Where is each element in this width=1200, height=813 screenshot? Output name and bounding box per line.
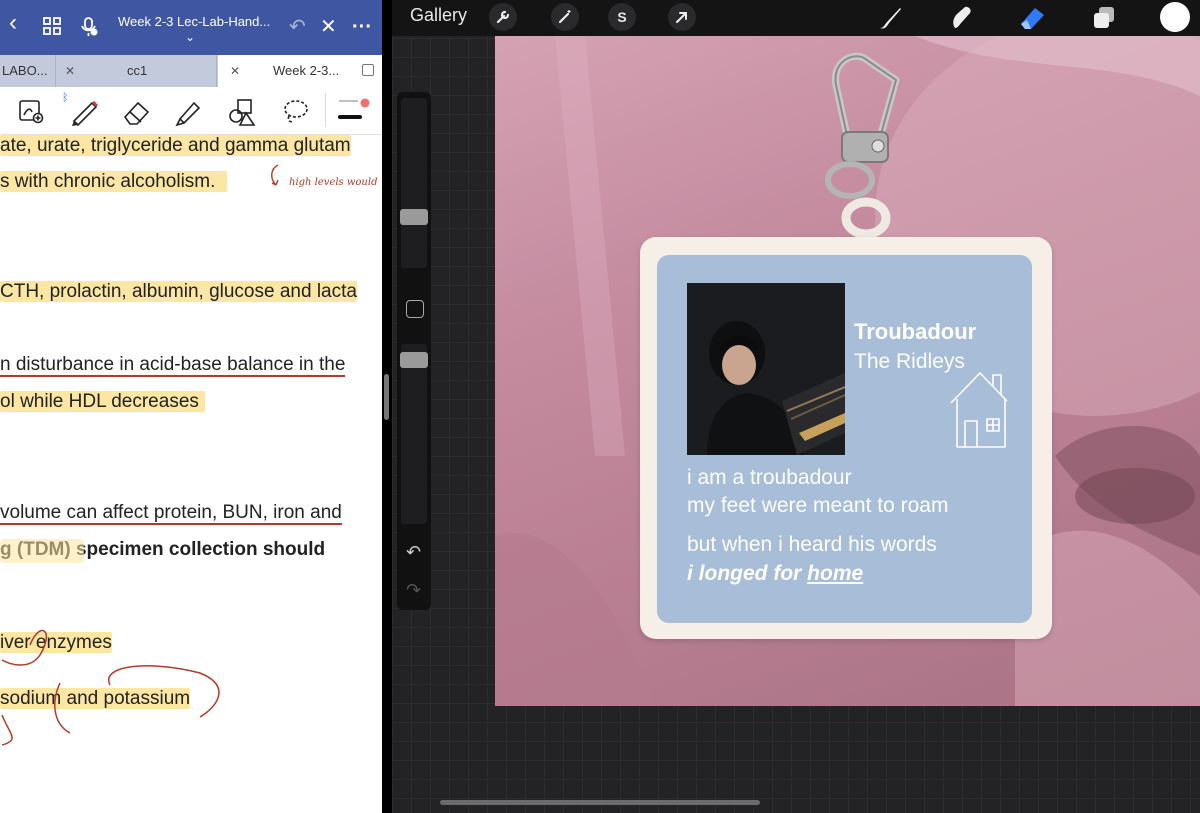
handwritten-note: high levels would xyxy=(289,177,378,188)
slider-thumb[interactable] xyxy=(400,209,428,225)
magic-wand-icon[interactable] xyxy=(551,3,579,31)
notes-app-pane: ‹ Week 2-3 Lec-Lab-Hand... ⌄ ↶ ✕ ··· LAB… xyxy=(0,0,382,813)
tab-bar: LABO... ✕ cc1 ✕ Week 2-3... xyxy=(0,55,382,87)
divider-handle[interactable] xyxy=(384,374,389,420)
music-card: Troubadour The Ridleys i am a troubadour… xyxy=(640,237,1052,639)
keychain-clasp xyxy=(825,52,900,239)
eraser-icon[interactable] xyxy=(120,97,152,132)
close-tab-icon[interactable]: ✕ xyxy=(230,55,240,87)
highlight-mark xyxy=(0,539,84,563)
procreate-top-bar: Gallery S xyxy=(392,0,1200,36)
house-icon xyxy=(950,372,1008,448)
redo-icon[interactable]: ↷ xyxy=(406,580,421,601)
song-title: Troubadour xyxy=(854,319,977,344)
eyedropper-square-icon[interactable] xyxy=(406,300,424,318)
handwritten-circles xyxy=(1,629,220,746)
microphone-icon[interactable] xyxy=(79,16,99,43)
tab-label: Week 2-3... xyxy=(273,63,340,78)
tab-label: LABO... xyxy=(2,63,48,78)
undo-icon[interactable]: ↶ xyxy=(406,542,421,563)
chevron-left-icon[interactable]: ‹ xyxy=(9,11,17,35)
toolbar-divider xyxy=(325,93,326,127)
close-tab-icon[interactable]: ✕ xyxy=(65,55,75,87)
lyric-line-4-emphasis: home xyxy=(807,562,864,585)
procreate-pane: Gallery S ↶ ↷ Troubadour The Ridleys i a… xyxy=(392,0,1200,813)
transform-arrow-icon[interactable] xyxy=(668,3,696,31)
tab-labo[interactable]: LABO... xyxy=(0,55,56,87)
close-tools-icon[interactable]: ✕ xyxy=(320,16,337,38)
opacity-slider[interactable] xyxy=(400,344,428,524)
chevron-down-icon[interactable]: ⌄ xyxy=(185,30,195,44)
brush-sidebar: ↶ ↷ xyxy=(397,92,431,610)
stroke-width-icon[interactable] xyxy=(336,95,372,130)
text-line: volume can affect protein, BUN, iron and xyxy=(0,502,342,525)
undo-icon[interactable]: ↶ xyxy=(289,16,306,38)
artwork-canvas[interactable]: Troubadour The Ridleys i am a troubadour… xyxy=(495,36,1200,706)
highlighter-icon[interactable] xyxy=(172,97,204,132)
handwritten-arrow-icon xyxy=(271,164,279,186)
gallery-button[interactable]: Gallery xyxy=(410,5,467,26)
selection-icon[interactable]: S xyxy=(608,3,636,31)
brush-size-slider[interactable] xyxy=(400,98,428,268)
text-line: n disturbance in acid-base balance in th… xyxy=(0,354,346,377)
home-indicator[interactable] xyxy=(440,800,760,805)
text-line: ate, urate, triglyceride and gamma gluta… xyxy=(0,135,351,156)
color-picker-swatch[interactable] xyxy=(1160,2,1190,32)
lasso-icon[interactable] xyxy=(281,97,311,132)
pen-icon[interactable] xyxy=(68,97,100,132)
brush-icon[interactable] xyxy=(876,4,904,37)
eraser-tool-icon[interactable] xyxy=(1017,4,1047,37)
shapes-icon[interactable] xyxy=(226,97,258,132)
slider-thumb[interactable] xyxy=(400,352,428,368)
split-view-divider[interactable] xyxy=(382,0,392,813)
text-line: ol while HDL decreases xyxy=(0,391,205,413)
notes-top-bar: ‹ Week 2-3 Lec-Lab-Hand... ⌄ ↶ ✕ ··· xyxy=(0,0,382,55)
screen: ‹ Week 2-3 Lec-Lab-Hand... ⌄ ↶ ✕ ··· LAB… xyxy=(0,0,1200,813)
album-cover xyxy=(687,283,845,455)
music-card-inner: Troubadour The Ridleys i am a troubadour… xyxy=(657,255,1032,623)
wrench-icon[interactable] xyxy=(489,3,517,31)
lyric-line-4: i longed for home xyxy=(687,562,863,586)
tab-cc1[interactable]: ✕ cc1 xyxy=(57,55,217,87)
smudge-icon[interactable] xyxy=(947,4,975,37)
split-view-icon[interactable] xyxy=(362,64,374,76)
lyric-line-1: i am a troubadour xyxy=(687,466,852,489)
lyric-line-4-text: i longed for xyxy=(687,562,802,585)
annotation-toolbar: ᛒ xyxy=(0,87,382,135)
text-line: CTH, prolactin, albumin, glucose and lac… xyxy=(0,281,357,302)
layers-icon[interactable] xyxy=(1090,4,1118,37)
more-icon[interactable]: ··· xyxy=(352,16,372,38)
document-content[interactable]: ate, urate, triglyceride and gamma gluta… xyxy=(0,135,382,813)
grid-icon[interactable] xyxy=(42,16,62,41)
add-page-icon[interactable] xyxy=(17,97,45,130)
text-line: s with chronic alcoholism. xyxy=(0,171,228,193)
lyric-line-2: my feet were meant to roam xyxy=(687,494,949,517)
document-title[interactable]: Week 2-3 Lec-Lab-Hand... xyxy=(118,14,270,29)
lyric-line-3: but when i heard his words xyxy=(687,533,937,556)
tab-week-2-3[interactable]: ✕ Week 2-3... xyxy=(218,55,382,87)
album-art-image xyxy=(687,283,845,455)
tab-label: cc1 xyxy=(127,63,148,78)
